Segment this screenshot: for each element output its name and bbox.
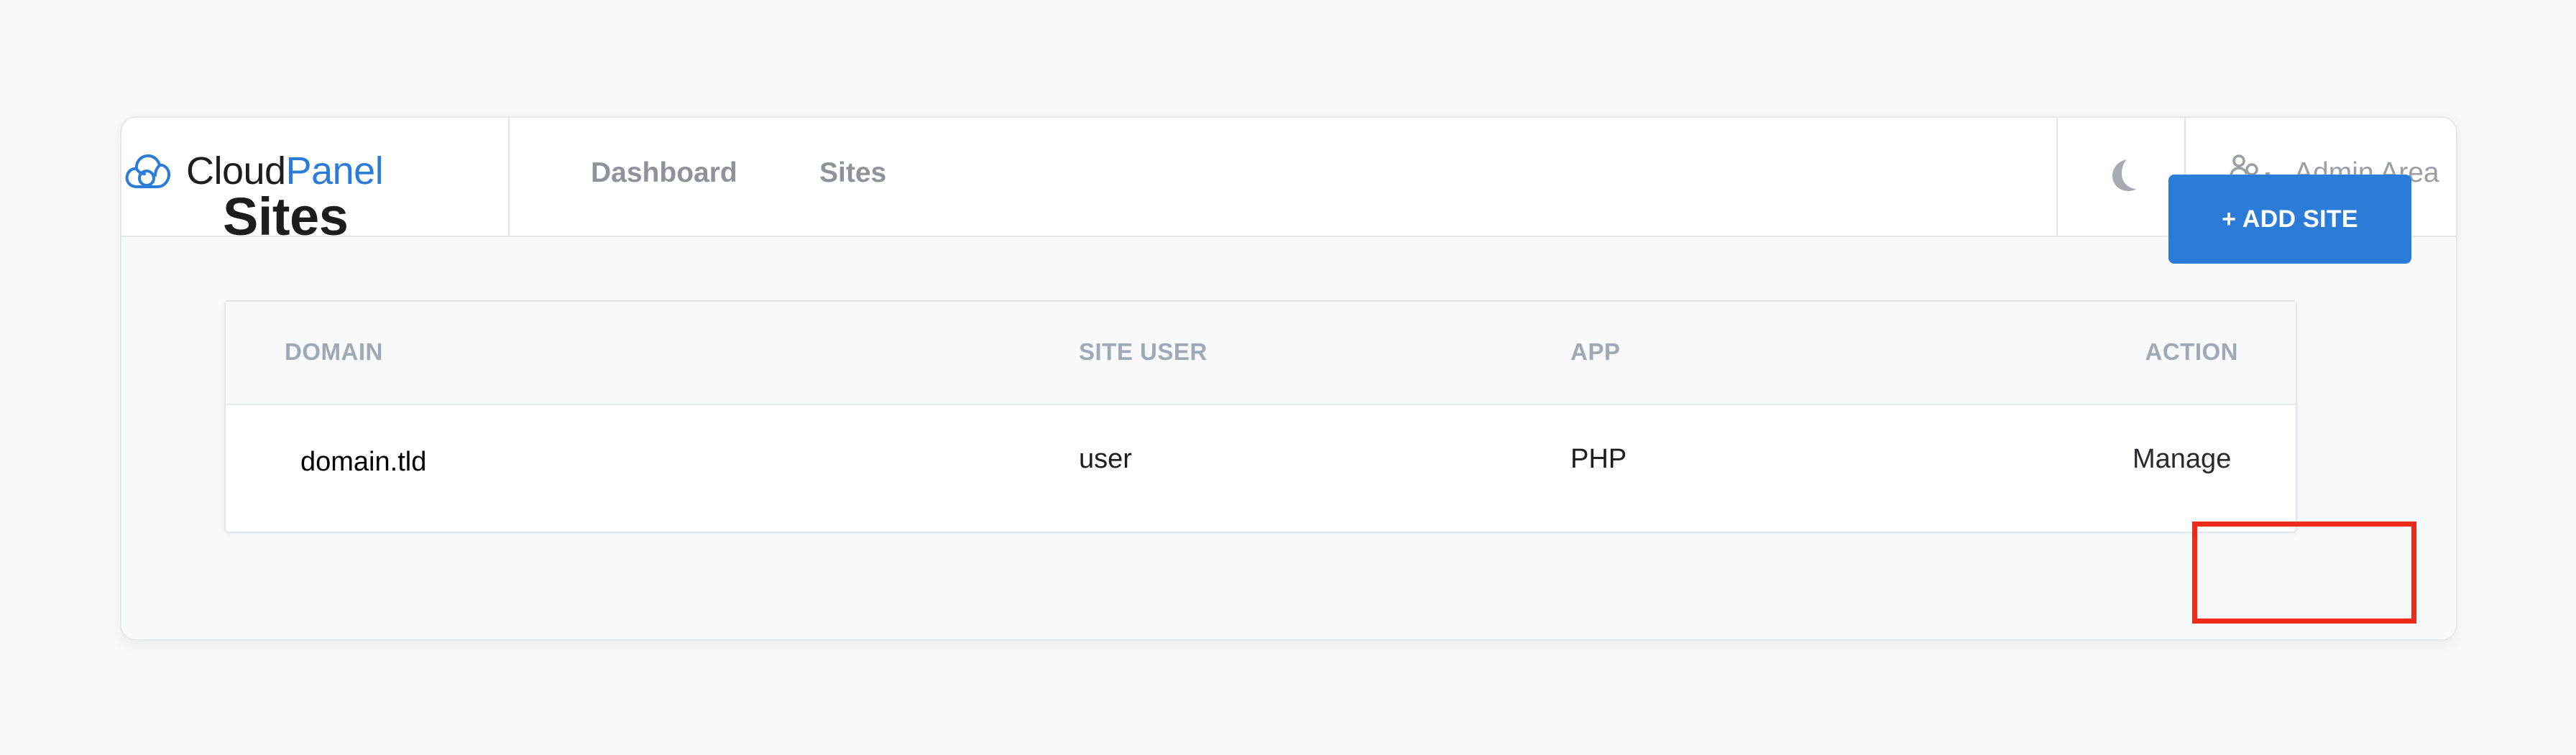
sites-table: DOMAIN SITE USER APP ACTION domain.tld u… [224, 300, 2297, 533]
table-row: domain.tld user PHP Manage [226, 405, 2296, 513]
cell-site-user: user [1079, 444, 1132, 474]
cloud-icon [125, 154, 170, 188]
nav-item-dashboard[interactable]: Dashboard [591, 155, 737, 191]
manage-site-link[interactable]: Manage [2133, 443, 2231, 476]
theme-toggle-button[interactable] [2056, 118, 2186, 236]
cell-domain: domain.tld [300, 447, 427, 477]
column-header-site-user: SITE USER [1079, 338, 1208, 365]
column-header-app: APP [1570, 338, 1621, 365]
nav-item-sites[interactable]: Sites [819, 155, 886, 191]
moon-icon [2112, 159, 2136, 191]
table-header: DOMAIN SITE USER APP ACTION [226, 302, 2296, 405]
column-header-domain: DOMAIN [285, 338, 383, 365]
add-site-button[interactable]: + ADD SITE [2168, 175, 2411, 264]
cell-app: PHP [1570, 444, 1627, 474]
page-title: Sites [223, 187, 349, 246]
column-header-action: ACTION [2145, 338, 2238, 365]
top-navbar: CloudPanel Dashboard Sites Admin Area [121, 118, 2456, 237]
